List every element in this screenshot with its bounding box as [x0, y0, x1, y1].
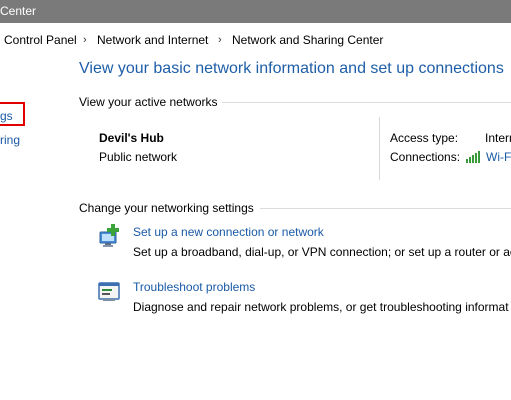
- setup-connection-link[interactable]: Set up a new connection or network: [133, 225, 324, 239]
- left-link-sharing-settings[interactable]: ring: [0, 133, 20, 147]
- breadcrumb-network-and-internet[interactable]: Network and Internet: [97, 29, 208, 51]
- active-networks-header: View your active networks: [79, 95, 218, 109]
- setup-connection-description: Set up a broadband, dial-up, or VPN conn…: [133, 245, 511, 259]
- change-settings-header: Change your networking settings: [79, 201, 254, 215]
- vertical-divider: [379, 117, 380, 180]
- breadcrumb: Control Panel › Network and Internet › N…: [0, 29, 511, 51]
- breadcrumb-network-and-sharing-center[interactable]: Network and Sharing Center: [232, 29, 383, 51]
- title-bar: Center: [0, 0, 511, 23]
- troubleshoot-description: Diagnose and repair network problems, or…: [133, 300, 509, 314]
- network-name: Devil's Hub: [99, 131, 164, 145]
- chevron-right-icon[interactable]: ›: [83, 29, 87, 51]
- chevron-right-icon[interactable]: ›: [218, 29, 222, 51]
- breadcrumb-control-panel[interactable]: Control Panel: [4, 29, 77, 51]
- troubleshoot-link[interactable]: Troubleshoot problems: [133, 280, 255, 294]
- connection-wifi-link[interactable]: Wi-F: [486, 150, 511, 164]
- new-connection-icon[interactable]: [97, 224, 121, 248]
- connections-label: Connections:: [390, 150, 461, 164]
- access-type-value: Intern: [485, 131, 511, 145]
- section-divider: [260, 208, 511, 209]
- left-link-adapter-settings[interactable]: gs: [0, 109, 13, 123]
- wifi-signal-icon: [466, 151, 480, 163]
- page-title: View your basic network information and …: [79, 60, 504, 77]
- network-category-link[interactable]: Public network: [99, 150, 177, 164]
- access-type-label: Access type:: [390, 131, 459, 145]
- troubleshoot-icon[interactable]: [97, 280, 121, 304]
- section-divider: [222, 102, 511, 103]
- window-title: Center: [0, 4, 37, 18]
